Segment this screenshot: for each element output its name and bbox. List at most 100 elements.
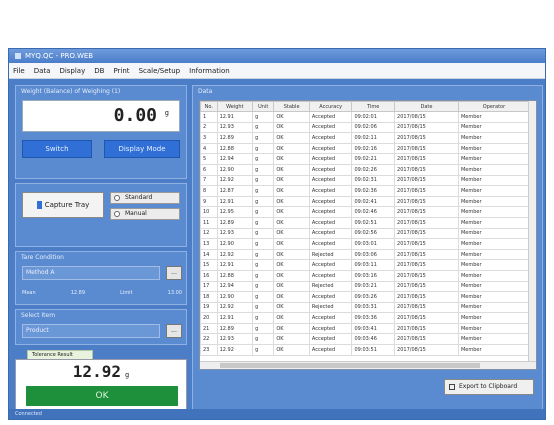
table-row[interactable]: 1 12.91 g OK Accepted 09:02:01 2017/08/15 Membe… <box>200 111 531 123</box>
title-bar: MYQ.QC - PRO.WEB <box>9 49 545 63</box>
table-cell: Member <box>457 269 531 282</box>
select-item-browse-button[interactable]: ... <box>166 324 182 338</box>
data-panel-title: Data <box>198 88 213 95</box>
column-header[interactable]: No. <box>200 101 218 112</box>
menu-file[interactable]: File <box>13 67 25 75</box>
column-header[interactable]: Stable <box>273 101 310 112</box>
table-cell: OK <box>273 111 310 123</box>
table-row[interactable]: 19 12.92 g OK Rejected 09:03:31 2017/08/15 Memb… <box>200 301 531 314</box>
export-label: Export to Clipboard <box>459 383 518 390</box>
scroll-thumb[interactable] <box>220 363 480 368</box>
menu-display[interactable]: Display <box>59 67 85 75</box>
data-table: No. Weight Unit Stable Accuracy Time Date Opera… <box>200 101 531 356</box>
table-row[interactable]: 13 12.90 g OK Accepted 09:03:01 2017/08/15 Memb… <box>200 238 531 250</box>
table-cell: 2017/08/15 <box>394 259 459 271</box>
table-header-row: No. Weight Unit Stable Accuracy Time Date Opera… <box>200 101 531 112</box>
table-row[interactable]: 7 12.92 g OK Accepted 09:02:31 2017/08/15 Membe… <box>200 174 531 187</box>
table-cell: 10 <box>200 206 218 218</box>
tare-field[interactable]: Method A <box>22 266 160 280</box>
table-cell: 19 <box>200 301 218 314</box>
table-cell: 2017/08/15 <box>394 132 459 144</box>
menu-data[interactable]: Data <box>34 67 51 75</box>
table-cell: Member <box>457 163 531 176</box>
table-cell: g <box>252 301 275 314</box>
tare-field-row: Method A ... <box>22 266 182 280</box>
column-header[interactable]: Date <box>394 101 459 112</box>
menu-information[interactable]: Information <box>189 67 230 75</box>
table-cell: 2017/08/15 <box>394 344 459 356</box>
horizontal-scrollbar[interactable] <box>200 361 536 369</box>
table-row[interactable]: 5 12.94 g OK Accepted 09:02:21 2017/08/15 Membe… <box>200 153 531 165</box>
table-cell: Accepted <box>308 238 353 250</box>
column-header[interactable]: Weight <box>216 101 254 112</box>
table-cell: Accepted <box>308 111 353 123</box>
table-cell: 17 <box>200 280 218 293</box>
table-cell: 12.88 <box>216 269 254 282</box>
table-row[interactable]: 2 12.93 g OK Accepted 09:02:06 2017/08/15 Membe… <box>200 121 531 134</box>
table-cell: OK <box>273 132 310 144</box>
table-row[interactable]: 3 12.89 g OK Accepted 09:02:11 2017/08/15 Membe… <box>200 132 531 144</box>
table-cell: OK <box>273 280 310 293</box>
table-cell: 2017/08/15 <box>394 280 459 293</box>
table-row[interactable]: 8 12.87 g OK Accepted 09:02:36 2017/08/15 Membe… <box>200 185 531 197</box>
table-cell: 09:02:06 <box>351 121 396 134</box>
table-cell: 2017/08/15 <box>394 216 459 229</box>
table-row[interactable]: 11 12.89 g OK Accepted 09:02:51 2017/08/15 Memb… <box>200 216 531 229</box>
table-row[interactable]: 15 12.91 g OK Accepted 09:03:11 2017/08/15 Memb… <box>200 259 531 271</box>
column-header[interactable]: Time <box>351 101 396 112</box>
table-row[interactable]: 21 12.89 g OK Accepted 09:03:41 2017/08/15 Memb… <box>200 322 531 335</box>
table-cell: Accepted <box>308 142 353 155</box>
table-cell: 2017/08/15 <box>394 163 459 176</box>
stat-value: 13.00 <box>167 290 182 296</box>
table-cell: OK <box>273 227 310 240</box>
menu-print[interactable]: Print <box>113 67 129 75</box>
table-cell: 09:02:01 <box>351 111 396 123</box>
table-cell: Member <box>457 344 531 356</box>
column-header[interactable]: Unit <box>252 101 275 112</box>
table-row[interactable]: 22 12.93 g OK Accepted 09:03:46 2017/08/15 Memb… <box>200 333 531 346</box>
column-header[interactable]: Operator <box>457 101 531 112</box>
table-row[interactable]: 20 12.91 g OK Accepted 09:03:36 2017/08/15 Memb… <box>200 312 531 324</box>
table-row[interactable]: 23 12.92 g OK Accepted 09:03:51 2017/08/15 Memb… <box>200 344 531 356</box>
table-cell: Accepted <box>308 269 353 282</box>
table-cell: Member <box>457 301 531 314</box>
mode-option-standard[interactable]: Standard <box>110 192 180 204</box>
table-cell: OK <box>273 269 310 282</box>
table-row[interactable]: 10 12.95 g OK Accepted 09:02:46 2017/08/15 Memb… <box>200 206 531 218</box>
table-row[interactable]: 6 12.90 g OK Accepted 09:02:26 2017/08/15 Membe… <box>200 163 531 176</box>
menu-scale-setup[interactable]: Scale/Setup <box>139 67 181 75</box>
table-cell: 12.90 <box>216 291 254 303</box>
table-cell: 09:03:21 <box>351 280 396 293</box>
tare-browse-button[interactable]: ... <box>166 266 182 280</box>
table-row[interactable]: 18 12.90 g OK Accepted 09:03:26 2017/08/15 Memb… <box>200 291 531 303</box>
table-cell: 12.91 <box>216 259 254 271</box>
menu-db[interactable]: DB <box>94 67 104 75</box>
table-cell: 2 <box>200 121 218 134</box>
column-header[interactable]: Accuracy <box>308 101 353 112</box>
table-row[interactable]: 12 12.93 g OK Accepted 09:02:56 2017/08/15 Memb… <box>200 227 531 240</box>
table-row[interactable]: 14 12.92 g OK Rejected 09:03:06 2017/08/15 Memb… <box>200 248 531 261</box>
mode-option-label: Manual <box>125 210 147 217</box>
export-to-clipboard-button[interactable]: Export to Clipboard <box>444 379 534 395</box>
capture-tray-button[interactable]: Capture Tray <box>22 192 104 218</box>
table-cell: Accepted <box>308 227 353 240</box>
display-mode-button[interactable]: Display Mode <box>104 140 180 158</box>
table-row[interactable]: 9 12.91 g OK Accepted 09:02:41 2017/08/15 Membe… <box>200 195 531 208</box>
table-cell: Rejected <box>308 301 353 314</box>
table-cell: Accepted <box>308 291 353 303</box>
table-cell: 4 <box>200 142 218 155</box>
stat-value: 12.89 <box>70 290 86 296</box>
capture-icon <box>36 201 42 209</box>
table-row[interactable]: 16 12.88 g OK Accepted 09:03:16 2017/08/15 Memb… <box>200 269 531 282</box>
select-item-field[interactable]: Product <box>22 324 160 338</box>
table-cell: OK <box>273 216 310 229</box>
radio-icon <box>114 195 120 201</box>
vertical-scrollbar[interactable] <box>528 101 536 369</box>
table-cell: 09:02:11 <box>351 132 396 144</box>
table-row[interactable]: 4 12.88 g OK Accepted 09:02:16 2017/08/15 Membe… <box>200 142 531 155</box>
table-row[interactable]: 17 12.94 g OK Rejected 09:03:21 2017/08/15 Memb… <box>200 280 531 293</box>
table-cell: 12.91 <box>216 111 254 123</box>
switch-button[interactable]: Switch <box>22 140 92 158</box>
table-cell: 12.93 <box>216 121 254 134</box>
mode-option-manual[interactable]: Manual <box>110 208 180 220</box>
